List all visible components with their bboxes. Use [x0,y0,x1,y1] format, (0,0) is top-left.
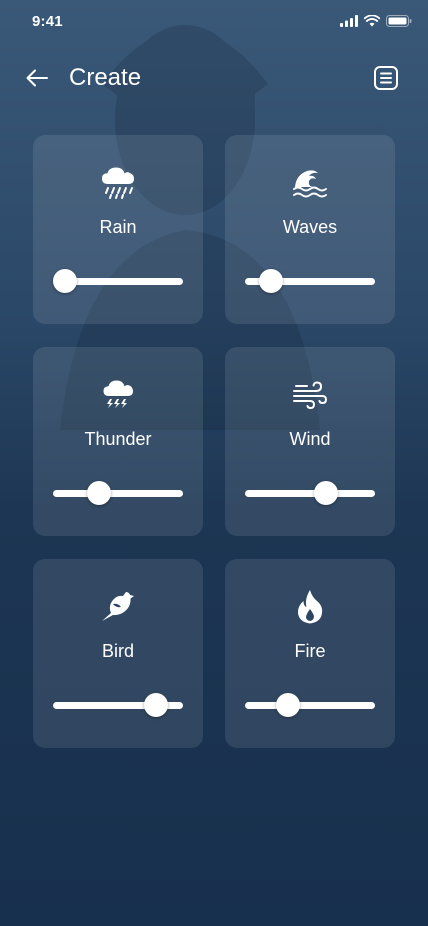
slider-thumb[interactable] [313,481,338,505]
arrow-left-icon [26,69,48,87]
slider-thumb[interactable] [259,269,283,293]
status-bar: 9:41 [0,0,428,44]
sound-card-waves: Waves [225,135,395,324]
page-title: Create [69,64,142,91]
slider-track [245,490,375,497]
back-button[interactable] [24,65,50,91]
sound-card-rain: Rain [33,135,203,324]
volume-slider[interactable] [53,693,183,717]
wifi-icon [364,15,380,27]
bird-icon [98,587,138,627]
thunder-cloud-icon [98,375,138,415]
slider-track [53,490,183,497]
sound-label: Thunder [84,429,152,449]
sound-label: Wind [289,429,331,449]
battery-icon [386,15,412,27]
rain-cloud-icon [98,163,138,203]
sound-card-thunder: Thunder [33,347,203,536]
sound-grid: Rain Waves Thunder Wind Bird Fire [33,135,395,748]
volume-slider[interactable] [52,269,183,293]
menu-button[interactable] [374,66,398,90]
sound-card-bird: Bird [33,559,203,748]
volume-slider[interactable] [245,693,375,717]
list-menu-icon [374,66,398,90]
slider-thumb[interactable] [275,693,300,717]
slider-thumb[interactable] [86,481,111,505]
status-time: 9:41 [32,13,63,30]
fire-icon [290,587,330,627]
sound-label: Waves [282,217,338,237]
cellular-signal-icon [340,15,358,27]
slider-track [245,702,375,709]
volume-slider[interactable] [245,269,375,293]
wind-icon [290,375,330,415]
header: Create [0,55,428,101]
sound-label: Rain [99,217,137,237]
status-icons [340,15,412,27]
volume-slider[interactable] [245,481,375,505]
sound-card-fire: Fire [225,559,395,748]
sound-card-wind: Wind [225,347,395,536]
sound-label: Bird [101,641,134,661]
sound-label: Fire [294,641,326,661]
slider-thumb[interactable] [52,269,77,293]
waves-icon [290,163,330,203]
volume-slider[interactable] [53,481,183,505]
slider-thumb[interactable] [143,693,168,717]
